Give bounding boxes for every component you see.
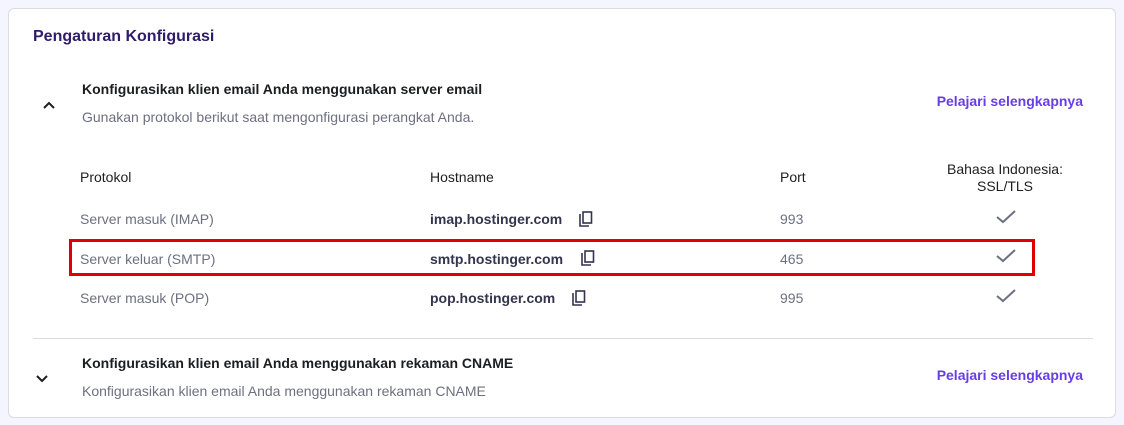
row-port: 995 (780, 290, 804, 306)
row-protocol: Server masuk (IMAP) (80, 211, 214, 227)
row-hostname: imap.hostinger.com (430, 211, 563, 227)
learn-more-link[interactable]: Pelajari selengkapnya (937, 93, 1083, 109)
section-title-cname: Konfigurasikan klien email Anda mengguna… (82, 355, 514, 371)
learn-more-link[interactable]: Pelajari selengkapnya (937, 367, 1083, 383)
header-port: Port (780, 169, 806, 185)
header-protocol: Protokol (80, 169, 132, 185)
configuration-settings-card: Pengaturan Konfigurasi Konfigurasikan kl… (8, 8, 1116, 418)
row-hostname: pop.hostinger.com (430, 290, 556, 306)
section-subtitle-cname: Konfigurasikan klien email Anda mengguna… (82, 383, 486, 399)
check-icon (996, 210, 1016, 224)
header-ssl: Bahasa Indonesia: SSL/TLS (905, 161, 1105, 195)
header-ssl-line1: Bahasa Indonesia: (947, 161, 1063, 177)
copy-icon[interactable] (579, 211, 593, 227)
header-hostname: Hostname (430, 169, 494, 185)
check-icon (996, 289, 1016, 303)
header-ssl-line2: SSL/TLS (976, 178, 1034, 194)
page-title: Pengaturan Konfigurasi (33, 28, 215, 45)
copy-icon[interactable] (572, 290, 586, 306)
section-subtitle-server: Gunakan protokol berikut saat mengonfigu… (82, 109, 475, 125)
section-title-server: Konfigurasikan klien email Anda mengguna… (82, 81, 483, 97)
row-protocol: Server masuk (POP) (80, 290, 210, 306)
chevron-down-icon[interactable] (34, 371, 50, 387)
section-divider (33, 338, 1093, 339)
row-port: 993 (780, 211, 804, 227)
highlight-box (69, 239, 1035, 276)
chevron-up-icon[interactable] (41, 97, 57, 113)
